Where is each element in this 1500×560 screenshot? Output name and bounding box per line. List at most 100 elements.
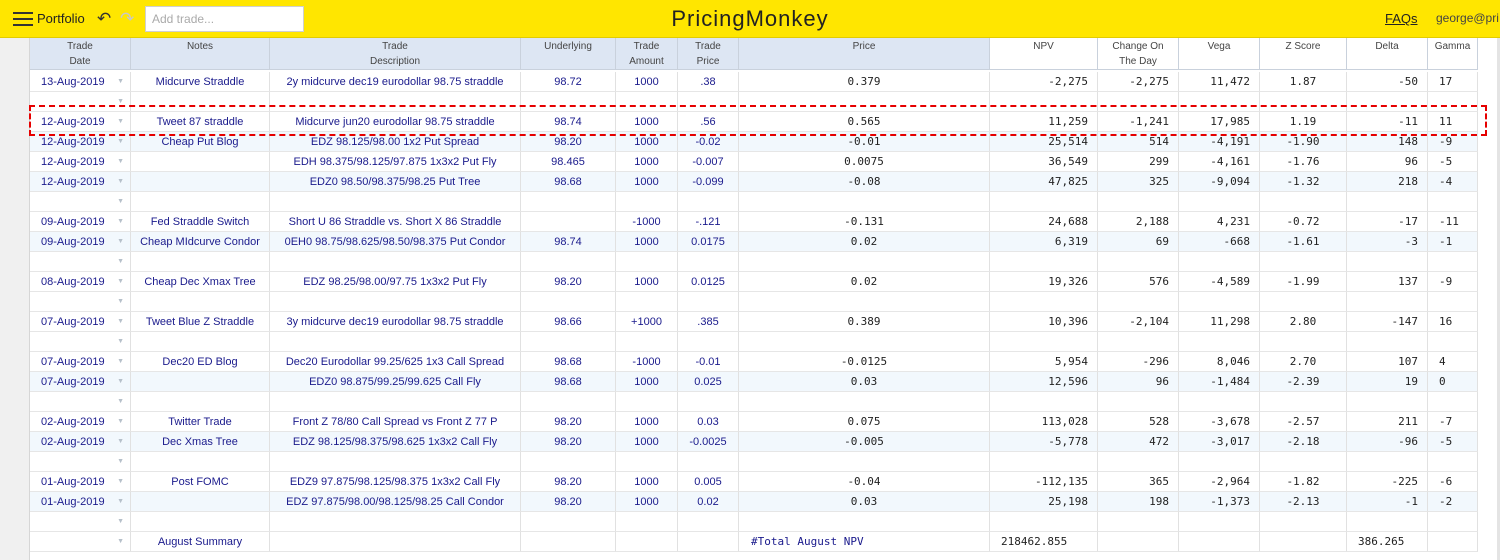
cell-amt[interactable] [616, 92, 678, 112]
cell-npv[interactable]: 25,198 [990, 492, 1098, 512]
cell-vega[interactable] [1179, 532, 1260, 552]
dropdown-arrow-icon[interactable]: ▼ [117, 532, 124, 551]
cell-notes[interactable] [131, 292, 270, 312]
cell-chg[interactable] [1098, 512, 1179, 532]
cell-delta[interactable] [1347, 192, 1428, 212]
cell-z[interactable]: 1.87 [1260, 72, 1347, 92]
cell-gamma[interactable]: -11 [1428, 212, 1478, 232]
cell-chg[interactable] [1098, 192, 1179, 212]
cell-npv[interactable]: 218462.855 [990, 532, 1098, 552]
cell-gamma[interactable]: -9 [1428, 132, 1478, 152]
cell-chg[interactable] [1098, 532, 1179, 552]
cell-z[interactable]: -1.82 [1260, 472, 1347, 492]
cell-und[interactable]: 98.72 [521, 72, 616, 92]
cell-npv[interactable] [990, 92, 1098, 112]
cell-tp[interactable]: 0.005 [678, 472, 739, 492]
cell-delta[interactable] [1347, 512, 1428, 532]
cell-z[interactable] [1260, 452, 1347, 472]
cell-vega[interactable]: 4,231 [1179, 212, 1260, 232]
cell-und[interactable]: 98.20 [521, 432, 616, 452]
cell-desc[interactable]: EDZ 98.25/98.00/97.75 1x3x2 Put Fly [270, 272, 521, 292]
cell-vega[interactable] [1179, 392, 1260, 412]
cell-notes[interactable] [131, 152, 270, 172]
dropdown-arrow-icon[interactable]: ▼ [117, 352, 124, 371]
cell-date[interactable]: 12-Aug-2019 ▼ [30, 132, 131, 152]
cell-notes[interactable]: August Summary [131, 532, 270, 552]
cell-und[interactable]: 98.74 [521, 232, 616, 252]
dropdown-arrow-icon[interactable]: ▼ [117, 232, 124, 251]
cell-npv[interactable]: 25,514 [990, 132, 1098, 152]
cell-notes[interactable] [131, 92, 270, 112]
cell-notes[interactable] [131, 252, 270, 272]
cell-z[interactable] [1260, 292, 1347, 312]
cell-date[interactable]: 09-Aug-2019 ▼ [30, 212, 131, 232]
cell-notes[interactable]: Post FOMC [131, 472, 270, 492]
cell-price[interactable]: 0.03 [739, 492, 990, 512]
dropdown-arrow-icon[interactable]: ▼ [117, 252, 124, 271]
cell-date[interactable]: ▼ [30, 332, 131, 352]
cell-price[interactable]: -0.08 [739, 172, 990, 192]
cell-desc[interactable]: Midcurve jun20 eurodollar 98.75 straddle [270, 112, 521, 132]
redo-icon[interactable]: ↷ [120, 9, 134, 29]
cell-gamma[interactable] [1428, 192, 1478, 212]
cell-vega[interactable]: -3,017 [1179, 432, 1260, 452]
cell-amt[interactable]: +1000 [616, 312, 678, 332]
cell-price[interactable] [739, 392, 990, 412]
cell-npv[interactable]: -112,135 [990, 472, 1098, 492]
faqs-link[interactable]: FAQs [1385, 11, 1418, 26]
cell-price[interactable] [739, 332, 990, 352]
dropdown-arrow-icon[interactable]: ▼ [117, 132, 124, 151]
cell-npv[interactable] [990, 332, 1098, 352]
cell-delta[interactable]: -3 [1347, 232, 1428, 252]
cell-notes[interactable]: Tweet 87 straddle [131, 112, 270, 132]
cell-gamma[interactable] [1428, 512, 1478, 532]
cell-delta[interactable]: -147 [1347, 312, 1428, 332]
cell-delta[interactable]: -225 [1347, 472, 1428, 492]
cell-amt[interactable]: 1000 [616, 232, 678, 252]
cell-amt[interactable]: 1000 [616, 272, 678, 292]
cell-gamma[interactable] [1428, 292, 1478, 312]
cell-desc[interactable]: EDH 98.375/98.125/97.875 1x3x2 Put Fly [270, 152, 521, 172]
cell-price[interactable]: 0.02 [739, 232, 990, 252]
cell-date[interactable]: ▼ [30, 512, 131, 532]
cell-und[interactable] [521, 252, 616, 272]
cell-delta[interactable]: -11 [1347, 112, 1428, 132]
dropdown-arrow-icon[interactable]: ▼ [117, 112, 124, 131]
empty-row[interactable]: ▼ [30, 512, 1478, 532]
cell-z[interactable]: -1.76 [1260, 152, 1347, 172]
cell-chg[interactable] [1098, 292, 1179, 312]
cell-npv[interactable]: 11,259 [990, 112, 1098, 132]
cell-tp[interactable]: 0.025 [678, 372, 739, 392]
cell-desc[interactable]: EDZ0 98.50/98.375/98.25 Put Tree [270, 172, 521, 192]
cell-amt[interactable] [616, 192, 678, 212]
cell-und[interactable]: 98.68 [521, 172, 616, 192]
cell-tp[interactable] [678, 192, 739, 212]
cell-price[interactable]: -0.01 [739, 132, 990, 152]
cell-npv[interactable] [990, 392, 1098, 412]
empty-row[interactable]: ▼ [30, 252, 1478, 272]
cell-date[interactable]: 12-Aug-2019 ▼ [30, 112, 131, 132]
cell-amt[interactable]: 1000 [616, 492, 678, 512]
cell-tp[interactable] [678, 292, 739, 312]
empty-row[interactable]: ▼ [30, 392, 1478, 412]
header-gamma[interactable]: Gamma [1428, 38, 1478, 70]
cell-und[interactable] [521, 392, 616, 412]
cell-chg[interactable]: 325 [1098, 172, 1179, 192]
header-amt[interactable]: Trade Amount [616, 38, 678, 70]
cell-price[interactable] [739, 192, 990, 212]
cell-price[interactable]: 0.0075 [739, 152, 990, 172]
cell-gamma[interactable]: -2 [1428, 492, 1478, 512]
dropdown-arrow-icon[interactable]: ▼ [117, 192, 124, 211]
cell-amt[interactable]: 1000 [616, 472, 678, 492]
cell-gamma[interactable]: -4 [1428, 172, 1478, 192]
cell-tp[interactable]: .385 [678, 312, 739, 332]
header-desc[interactable]: Trade Description [270, 38, 521, 70]
cell-und[interactable]: 98.20 [521, 492, 616, 512]
cell-npv[interactable]: 24,688 [990, 212, 1098, 232]
header-vega[interactable]: Vega [1179, 38, 1260, 70]
cell-tp[interactable]: -0.0025 [678, 432, 739, 452]
cell-tp[interactable] [678, 392, 739, 412]
cell-price[interactable]: -0.131 [739, 212, 990, 232]
cell-und[interactable] [521, 92, 616, 112]
cell-price[interactable]: -0.0125 [739, 352, 990, 372]
